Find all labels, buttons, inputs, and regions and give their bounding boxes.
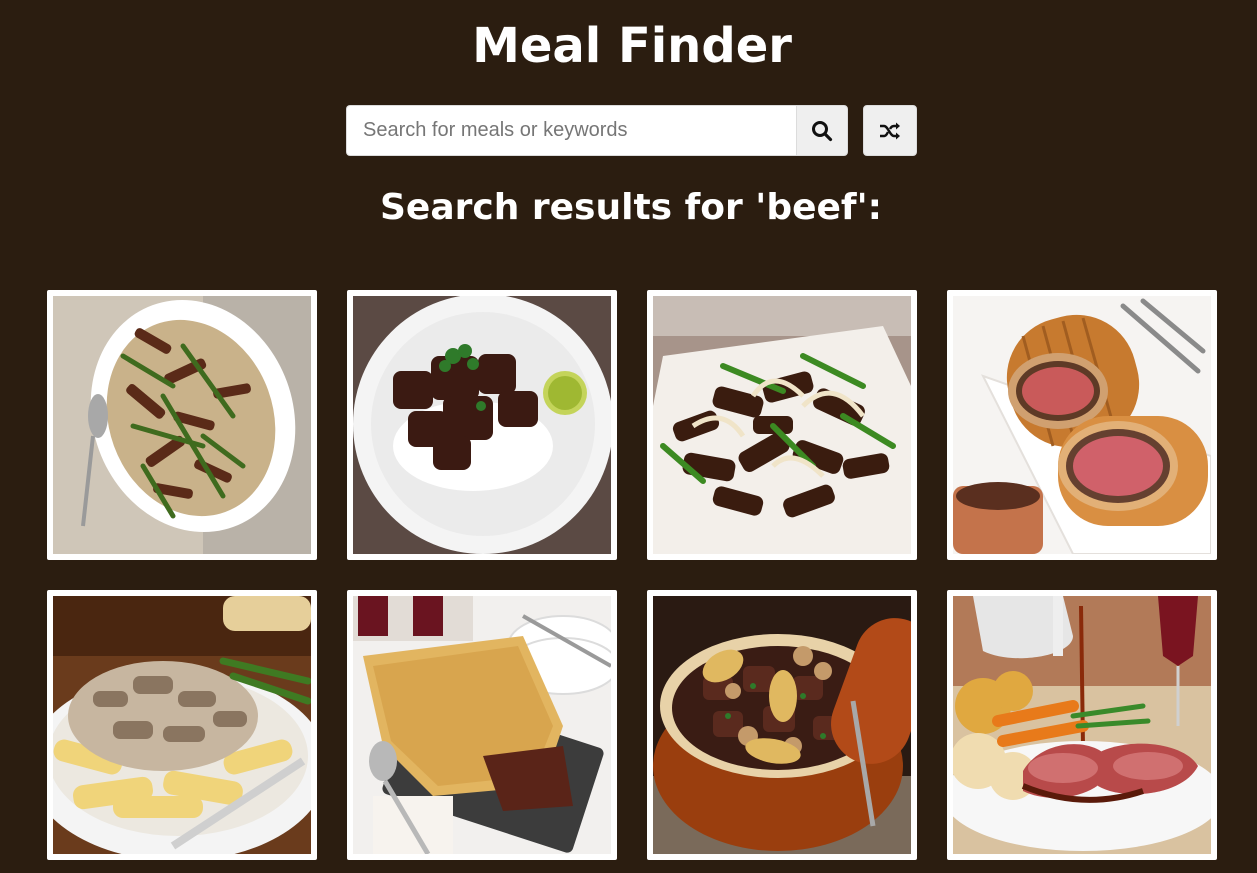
meal-image bbox=[53, 596, 311, 854]
meal-image bbox=[953, 296, 1211, 554]
meal-card[interactable] bbox=[347, 290, 617, 560]
search-form bbox=[346, 105, 917, 156]
meal-card[interactable] bbox=[947, 290, 1217, 560]
meal-card[interactable] bbox=[647, 590, 917, 860]
meal-image bbox=[953, 596, 1211, 854]
shuffle-icon bbox=[880, 122, 900, 139]
search-button[interactable] bbox=[796, 105, 848, 156]
meal-image bbox=[353, 296, 611, 554]
meal-image bbox=[653, 596, 911, 854]
meal-card[interactable] bbox=[47, 590, 317, 860]
meal-card[interactable] bbox=[647, 290, 917, 560]
random-meal-button[interactable] bbox=[863, 105, 917, 156]
meal-card[interactable] bbox=[947, 590, 1217, 860]
meal-card[interactable] bbox=[47, 290, 317, 560]
meal-image bbox=[653, 296, 911, 554]
page-title: Meal Finder bbox=[472, 18, 792, 74]
search-input[interactable] bbox=[346, 105, 796, 156]
results-heading: Search results for 'beef': bbox=[379, 187, 882, 228]
meal-image bbox=[353, 596, 611, 854]
meal-image bbox=[53, 296, 311, 554]
meal-card[interactable] bbox=[347, 590, 617, 860]
search-icon bbox=[812, 120, 833, 141]
meals-grid bbox=[47, 290, 1217, 860]
